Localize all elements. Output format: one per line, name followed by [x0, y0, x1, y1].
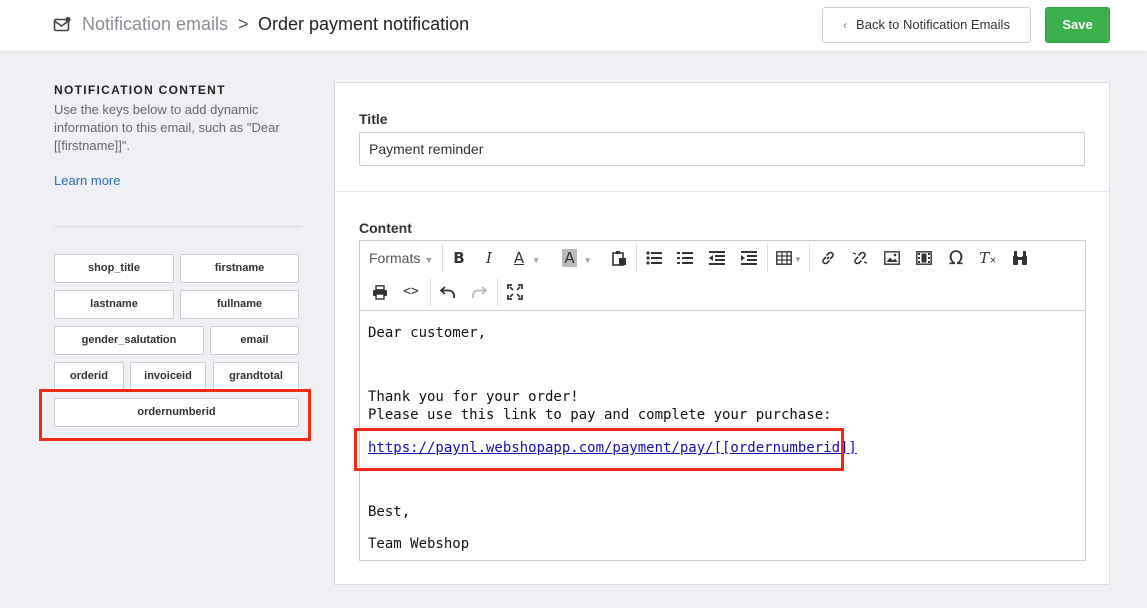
- media-icon[interactable]: [911, 244, 937, 272]
- link-icon[interactable]: [815, 244, 841, 272]
- special-character-icon[interactable]: Ω: [943, 244, 969, 272]
- top-header: Notification emails > Order payment noti…: [0, 0, 1147, 52]
- indent-icon[interactable]: [736, 244, 762, 272]
- print-icon[interactable]: [367, 278, 393, 306]
- email-thanks-line: Thank you for your order!: [368, 389, 579, 405]
- sidebar-divider: [54, 226, 302, 227]
- key-button-fullname[interactable]: fullname: [180, 290, 299, 319]
- outdent-icon[interactable]: [704, 244, 730, 272]
- highlight-box-payment-link: [354, 428, 844, 471]
- email-signature: Team Webshop: [368, 536, 470, 552]
- key-button-gender-salutation[interactable]: gender_salutation: [54, 326, 204, 355]
- formats-dropdown[interactable]: Formats ▼: [369, 244, 439, 272]
- bold-icon[interactable]: B: [446, 244, 472, 272]
- formats-label: Formats: [369, 250, 421, 266]
- email-greeting: Dear customer,: [368, 325, 487, 341]
- image-icon[interactable]: [879, 244, 905, 272]
- paste-text-icon[interactable]: [606, 244, 632, 272]
- back-to-notification-emails-button[interactable]: ‹ Back to Notification Emails: [822, 7, 1031, 43]
- toolbar-separator: [809, 244, 810, 272]
- key-button-orderid[interactable]: orderid: [54, 362, 124, 391]
- unlink-icon[interactable]: [847, 244, 873, 272]
- undo-icon[interactable]: [435, 278, 461, 306]
- key-button-grandtotal[interactable]: grandtotal: [213, 362, 299, 391]
- save-button[interactable]: Save: [1045, 7, 1110, 43]
- breadcrumb-parent-link[interactable]: Notification emails: [82, 14, 228, 35]
- italic-icon[interactable]: I: [476, 244, 502, 272]
- panel-divider: [335, 191, 1109, 192]
- content-label: Content: [359, 220, 412, 236]
- text-color-icon[interactable]: A ▼: [506, 244, 548, 272]
- rich-text-editor[interactable]: Formats ▼ B I A ▼ A ▼ ▼ Ω T× <> Dear custom…: [359, 240, 1086, 561]
- key-button-invoiceid[interactable]: invoiceid: [130, 362, 206, 391]
- notification-content-description: Use the keys below to add dynamic inform…: [54, 102, 280, 153]
- redo-icon[interactable]: [466, 278, 492, 306]
- mail-icon: [53, 16, 71, 33]
- key-button-email[interactable]: email: [210, 326, 299, 355]
- key-button-lastname[interactable]: lastname: [54, 290, 174, 319]
- breadcrumb-separator: >: [238, 14, 249, 34]
- key-button-firstname[interactable]: firstname: [180, 254, 299, 283]
- toolbar-separator: [442, 244, 443, 272]
- bullet-list-icon[interactable]: [641, 244, 667, 272]
- source-code-icon[interactable]: <>: [398, 278, 424, 306]
- toolbar-separator: [430, 278, 431, 306]
- back-button-label: Back to Notification Emails: [856, 17, 1010, 32]
- clear-formatting-icon[interactable]: T×: [975, 244, 1001, 272]
- highlight-box-ordernumberid-key: [39, 389, 311, 441]
- key-button-shop-title[interactable]: shop_title: [54, 254, 174, 283]
- page-title: Order payment notification: [258, 14, 470, 34]
- find-replace-icon[interactable]: [1007, 244, 1033, 272]
- background-color-icon[interactable]: A ▼: [556, 244, 598, 272]
- numbered-list-icon[interactable]: [672, 244, 698, 272]
- chevron-left-icon: ‹: [843, 18, 848, 32]
- toolbar-separator: [636, 244, 637, 272]
- title-input[interactable]: [359, 132, 1085, 166]
- toolbar-separator: [767, 244, 768, 272]
- table-icon[interactable]: ▼: [772, 244, 806, 272]
- chevron-down-icon: ▼: [424, 255, 434, 265]
- toolbar-separator: [497, 278, 498, 306]
- notification-content-heading: NOTIFICATION CONTENT: [54, 83, 226, 97]
- learn-more-link[interactable]: Learn more: [54, 173, 120, 188]
- fullscreen-icon[interactable]: [502, 278, 528, 306]
- email-sign-off: Best,: [368, 504, 411, 520]
- editor-toolbar: Formats ▼ B I A ▼ A ▼ ▼ Ω T× <>: [360, 241, 1085, 311]
- title-label: Title: [359, 111, 388, 127]
- email-instruction-line: Please use this link to pay and complete…: [368, 407, 832, 423]
